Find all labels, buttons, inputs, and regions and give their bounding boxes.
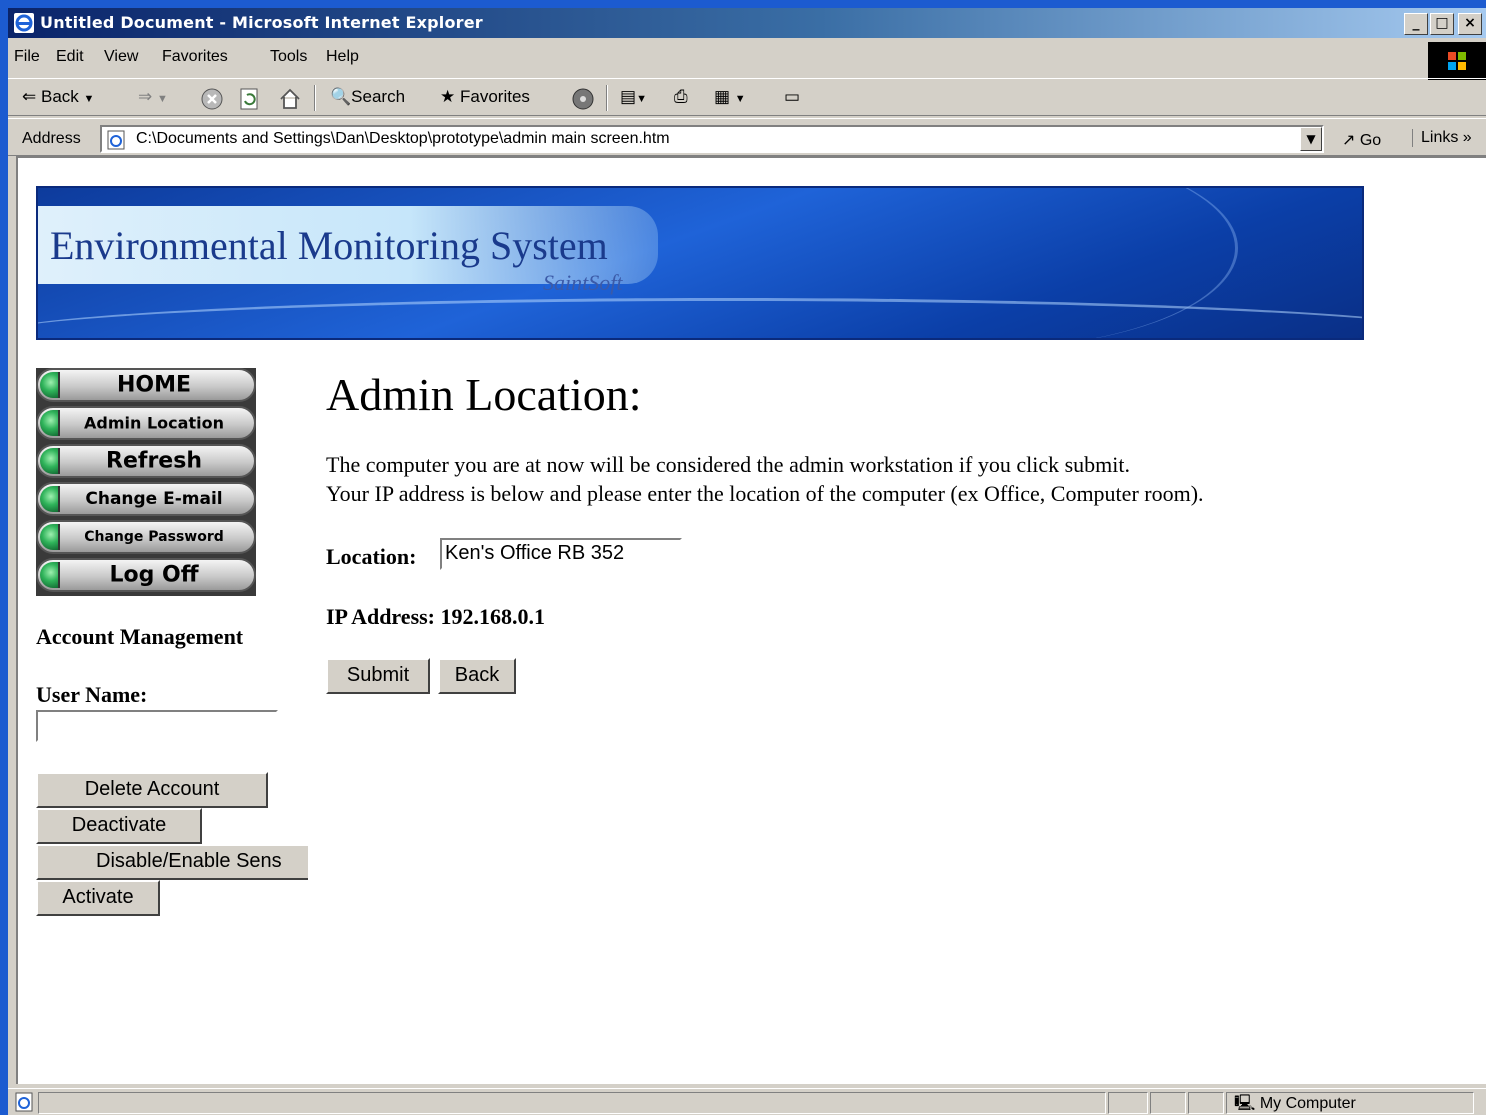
banner-subtitle: SaintSoft [543,270,623,295]
activate-button[interactable]: Activate [36,880,160,916]
history-icon: ▤ [620,87,637,106]
favorites-button[interactable]: ★ Favorites [440,87,530,107]
nav-home[interactable]: HOME [36,368,256,402]
history-button[interactable]: ▤▼ [620,87,647,107]
menu-edit[interactable]: Edit [56,48,84,66]
close-button[interactable]: × [1458,13,1482,35]
favorites-icon: ★ [440,87,456,106]
menu-favorites[interactable]: Favorites [162,48,228,66]
title-bar: Untitled Document - Microsoft Internet E… [8,8,1486,38]
page-content: Environmental Monitoring System SaintSof… [16,156,1486,1084]
my-computer-icon: 🖳 [1234,1095,1256,1112]
disable-enable-sensor-button[interactable]: Disable/Enable Sens [36,844,308,880]
green-lamp-icon [40,372,60,398]
discuss-icon[interactable]: ▭ [784,87,800,107]
windows-logo-icon [1428,42,1486,80]
nav-refresh[interactable]: Refresh [36,444,256,478]
standard-toolbar: ⇐ Back ▼ ⇒ ▼ 🔍Search ★ Favorites ▤▼ ⎙ ▦ … [8,78,1486,116]
search-icon: 🔍 [330,87,352,106]
page-icon [107,130,125,150]
address-dropdown-button[interactable]: ▼ [1300,127,1322,151]
address-url: C:\Documents and Settings\Dan\Desktop\pr… [136,130,670,147]
page-status-icon [15,1092,33,1112]
edit-button[interactable]: ▦ ▼ [714,87,746,107]
location-input[interactable]: Ken's Office RB 352 [440,538,682,570]
refresh-icon[interactable] [238,87,262,111]
browser-window: Untitled Document - Microsoft Internet E… [8,8,1486,1115]
nav-log-off[interactable]: Log Off [36,558,256,592]
stop-icon[interactable] [200,87,224,111]
links-button[interactable]: Links » [1412,129,1472,147]
instruction-line-2: Your IP address is below and please ente… [326,481,1204,506]
chevron-down-icon: ▼ [83,93,95,105]
address-label: Address [22,130,81,147]
green-lamp-icon [40,486,60,512]
chevron-down-icon: ▼ [734,93,746,105]
green-lamp-icon [40,524,60,550]
status-bar: 🖳 My Computer [8,1088,1486,1115]
nav-change-password[interactable]: Change Password [36,520,256,554]
account-management-heading: Account Management [36,624,244,649]
nav-admin-location[interactable]: Admin Location [36,406,256,440]
go-arrow-icon: ↗ [1342,132,1356,149]
internet-explorer-icon [14,13,34,33]
menu-bar: File Edit View Favorites Tools Help [8,40,1486,72]
address-input[interactable]: C:\Documents and Settings\Dan\Desktop\pr… [100,125,1324,153]
submit-button[interactable]: Submit [326,658,430,694]
menu-view[interactable]: View [104,48,138,66]
back-button[interactable]: ⇐ Back ▼ [22,87,94,107]
page-title: Admin Location: [326,369,642,420]
go-button[interactable]: ↗ Go [1342,130,1381,150]
menu-help[interactable]: Help [326,48,359,66]
address-bar: Address C:\Documents and Settings\Dan\De… [8,118,1486,156]
username-input[interactable] [36,710,278,742]
media-icon[interactable] [570,87,596,111]
deactivate-button[interactable]: Deactivate [36,808,202,844]
search-button[interactable]: 🔍Search [330,87,405,107]
print-icon[interactable]: ⎙ [674,87,688,107]
chevron-down-icon: ▼ [156,93,168,105]
forward-button[interactable]: ⇒ ▼ [138,87,168,107]
home-icon[interactable] [278,87,302,111]
word-icon: ▦ [714,87,731,106]
banner-title: Environmental Monitoring System [50,223,608,268]
minimize-button[interactable]: _ [1404,13,1428,35]
delete-account-button[interactable]: Delete Account [36,772,268,808]
header-banner: Environmental Monitoring System SaintSof… [36,186,1364,340]
username-label: User Name: [36,682,148,707]
chevron-down-icon: ▼ [636,93,647,105]
nav-change-email[interactable]: Change E-mail [36,482,256,516]
security-zone: 🖳 My Computer [1234,1095,1356,1112]
back-page-button[interactable]: Back [438,658,516,694]
back-arrow-icon: ⇐ [22,87,37,106]
green-lamp-icon [40,562,60,588]
green-lamp-icon [40,448,60,474]
ip-address-text: IP Address: 192.168.0.1 [326,604,546,629]
instruction-line-1: The computer you are at now will be cons… [326,452,1131,477]
window-title: Untitled Document - Microsoft Internet E… [40,13,483,32]
menu-tools[interactable]: Tools [270,48,307,66]
menu-file[interactable]: File [14,48,40,66]
green-lamp-icon [40,410,60,436]
maximize-button[interactable]: □ [1430,13,1454,35]
location-label: Location: [326,544,417,569]
